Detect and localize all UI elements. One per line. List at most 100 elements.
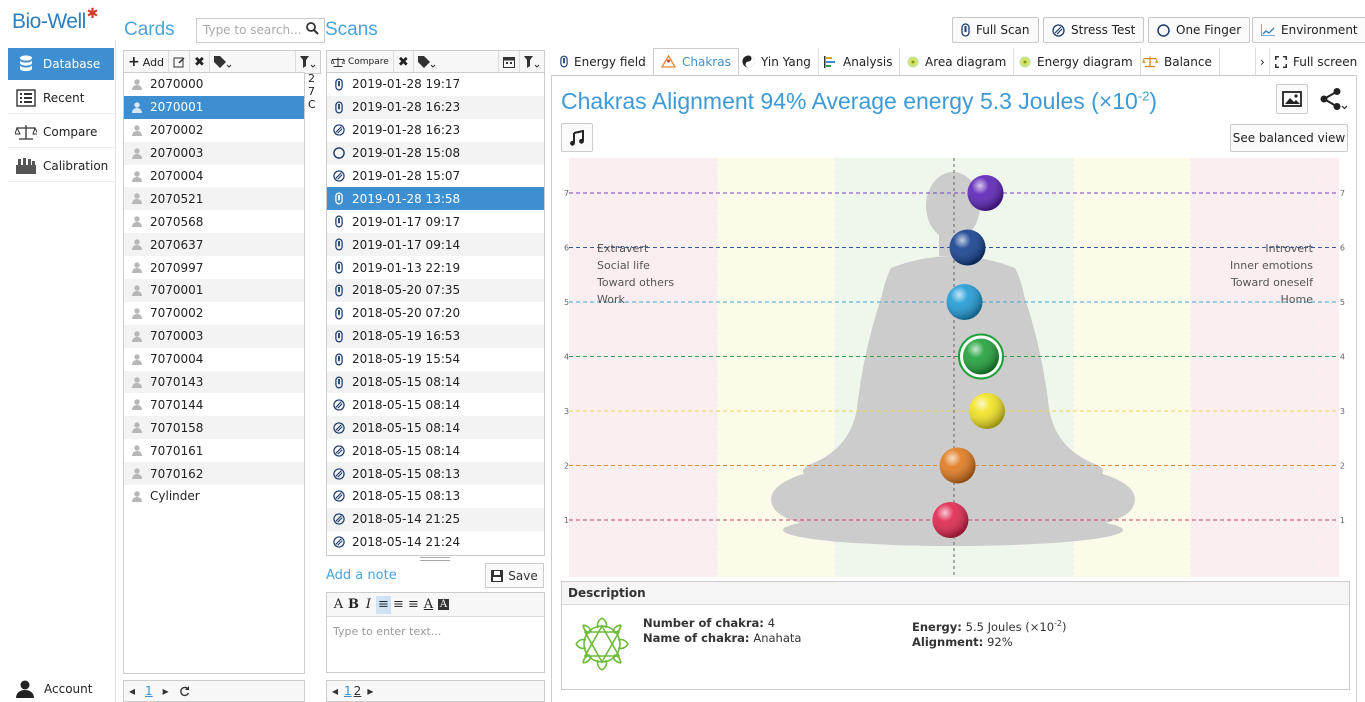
scan-row[interactable]: 2018-05-19 16:53 bbox=[327, 324, 544, 348]
card-row[interactable]: 2070003 bbox=[124, 141, 304, 165]
scan-row[interactable]: 2019-01-28 15:08 bbox=[327, 141, 544, 165]
text-color-icon[interactable]: A bbox=[421, 596, 436, 614]
card-row[interactable]: 7070004 bbox=[124, 348, 304, 371]
page-number[interactable]: 2 bbox=[353, 684, 363, 698]
italic-icon[interactable]: I bbox=[361, 596, 376, 614]
compare-scans-button[interactable]: Compare bbox=[327, 51, 394, 73]
scan-row[interactable]: 2018-05-20 07:35 bbox=[327, 279, 544, 302]
scan-row[interactable]: 2019-01-13 22:19 bbox=[327, 256, 544, 279]
scan-row[interactable]: 2018-05-14 21:24 bbox=[327, 531, 544, 554]
save-note-button[interactable]: Save bbox=[485, 563, 544, 588]
refresh-icon[interactable] bbox=[174, 685, 195, 697]
scan-row[interactable]: 2018-05-15 08:13 bbox=[327, 485, 544, 508]
tab-area-diagram[interactable]: Area diagram bbox=[900, 48, 1015, 75]
align-left-icon[interactable]: ≡ bbox=[376, 595, 391, 614]
prev-page-icon[interactable]: ◂ bbox=[124, 684, 140, 698]
scan-row[interactable]: 2019-01-17 09:17 bbox=[327, 210, 544, 233]
card-row[interactable]: 7070144 bbox=[124, 393, 304, 416]
scan-row[interactable]: 2018-05-15 08:14 bbox=[327, 439, 544, 462]
music-button[interactable] bbox=[561, 123, 593, 152]
card-row[interactable]: 7070143 bbox=[124, 370, 304, 394]
card-row[interactable]: 2070002 bbox=[124, 119, 304, 142]
card-row[interactable]: 2070997 bbox=[124, 256, 304, 279]
card-row[interactable]: 2070004 bbox=[124, 165, 304, 188]
delete-scan-button[interactable]: ✖ bbox=[394, 51, 414, 73]
tab-yin-yang[interactable]: Yin Yang bbox=[735, 48, 819, 75]
note-textarea[interactable]: Type to enter text... bbox=[327, 617, 544, 646]
tag-card-button[interactable] bbox=[210, 51, 236, 73]
chakra-ball-4[interactable] bbox=[958, 333, 1004, 380]
chakra-ball-6[interactable] bbox=[949, 229, 986, 266]
font-format-icon[interactable]: A bbox=[331, 596, 346, 614]
align-right-icon[interactable]: ≡ bbox=[406, 596, 421, 614]
environment-button[interactable]: Environment bbox=[1252, 17, 1365, 43]
tab-balance[interactable]: Balance bbox=[1135, 48, 1220, 75]
card-row[interactable]: 7070003 bbox=[124, 324, 304, 348]
scan-row[interactable]: 2018-05-15 08:13 bbox=[327, 462, 544, 486]
card-row[interactable]: 2070568 bbox=[124, 210, 304, 233]
tab-energy-diagram[interactable]: Energy diagram bbox=[1012, 48, 1141, 75]
card-row[interactable]: 2070521 bbox=[124, 187, 304, 211]
card-row[interactable]: 2070000 bbox=[124, 73, 304, 96]
letter-index-item[interactable]: 7 bbox=[308, 85, 320, 98]
scan-row[interactable]: 2018-05-14 21:25 bbox=[327, 507, 544, 531]
delete-card-button[interactable]: ✖ bbox=[190, 51, 210, 73]
scan-row[interactable]: 2018-05-15 08:14 bbox=[327, 370, 544, 394]
sidebar-item-calibration[interactable]: Calibration bbox=[8, 150, 114, 182]
full-scan-button[interactable]: Full Scan bbox=[952, 17, 1039, 43]
one-finger-button[interactable]: One Finger bbox=[1148, 17, 1251, 43]
chakra-ball-5[interactable] bbox=[946, 284, 983, 320]
share-button[interactable] bbox=[1314, 84, 1354, 114]
letter-index-item[interactable]: C bbox=[308, 98, 320, 111]
page-number[interactable]: 1 bbox=[343, 684, 353, 698]
chakra-ball-7[interactable] bbox=[967, 175, 1004, 211]
scan-row[interactable]: 2019-01-28 19:17 bbox=[327, 73, 544, 96]
card-row[interactable]: 2070001 bbox=[124, 95, 304, 119]
bold-icon[interactable]: B bbox=[346, 596, 361, 614]
chakra-ball-3[interactable] bbox=[969, 393, 1005, 429]
calendar-button[interactable] bbox=[498, 51, 520, 73]
add-card-button[interactable]: + Add bbox=[124, 51, 170, 73]
prev-page-icon[interactable]: ◂ bbox=[327, 684, 343, 698]
fullscreen-button[interactable]: Full screen bbox=[1268, 48, 1364, 75]
resize-handle[interactable] bbox=[420, 557, 450, 561]
filter-scans-button[interactable] bbox=[520, 51, 544, 73]
chakra-ball-2[interactable] bbox=[939, 447, 976, 484]
see-balanced-view-button[interactable]: See balanced view bbox=[1230, 124, 1348, 152]
scan-row[interactable]: 2018-05-20 07:20 bbox=[327, 302, 544, 325]
sidebar-item-database[interactable]: Database bbox=[8, 48, 114, 80]
save-image-button[interactable] bbox=[1276, 84, 1308, 114]
tag-scan-button[interactable] bbox=[414, 51, 440, 73]
filter-cards-button[interactable] bbox=[295, 51, 320, 73]
next-page-icon[interactable]: ▸ bbox=[158, 684, 174, 698]
scan-row[interactable]: 2019-01-28 13:58 bbox=[327, 187, 544, 211]
next-page-icon[interactable]: ▸ bbox=[362, 684, 378, 698]
align-center-icon[interactable]: ≡ bbox=[391, 596, 406, 614]
sidebar-item-recent[interactable]: Recent bbox=[8, 82, 114, 114]
card-row[interactable]: 7070158 bbox=[124, 416, 304, 440]
tab-chakras[interactable]: Chakras bbox=[653, 48, 739, 75]
scan-row[interactable]: 2019-01-17 09:14 bbox=[327, 233, 544, 257]
page-number[interactable]: 1 bbox=[140, 684, 158, 698]
edit-card-button[interactable] bbox=[169, 51, 191, 73]
stress-test-button[interactable]: Stress Test bbox=[1043, 17, 1145, 43]
card-row[interactable]: 7070002 bbox=[124, 302, 304, 325]
card-row[interactable]: 2070637 bbox=[124, 233, 304, 257]
highlight-icon[interactable]: A bbox=[436, 596, 451, 614]
scan-row[interactable]: 2019-01-28 16:23 bbox=[327, 119, 544, 142]
scan-row[interactable]: 2018-05-19 15:54 bbox=[327, 348, 544, 371]
scan-row[interactable]: 2019-01-28 16:23 bbox=[327, 95, 544, 119]
tab-energy-field[interactable]: Energy field bbox=[553, 48, 654, 75]
add-note-link[interactable]: Add a note bbox=[326, 568, 397, 583]
sidebar-item-compare[interactable]: Compare bbox=[8, 116, 114, 148]
scan-row[interactable]: 2018-05-15 08:14 bbox=[327, 393, 544, 416]
scan-row[interactable]: 2018-05-15 08:14 bbox=[327, 416, 544, 440]
card-row[interactable]: 7070161 bbox=[124, 439, 304, 462]
account-button[interactable]: Account bbox=[8, 680, 92, 698]
scan-row[interactable]: 2019-01-28 15:07 bbox=[327, 165, 544, 188]
tab-analysis[interactable]: Analysis bbox=[817, 48, 901, 75]
card-row[interactable]: 7070001 bbox=[124, 279, 304, 302]
letter-index-item[interactable]: 2 bbox=[308, 72, 320, 85]
search-icon[interactable] bbox=[306, 22, 319, 35]
card-row[interactable]: 7070162 bbox=[124, 462, 304, 486]
